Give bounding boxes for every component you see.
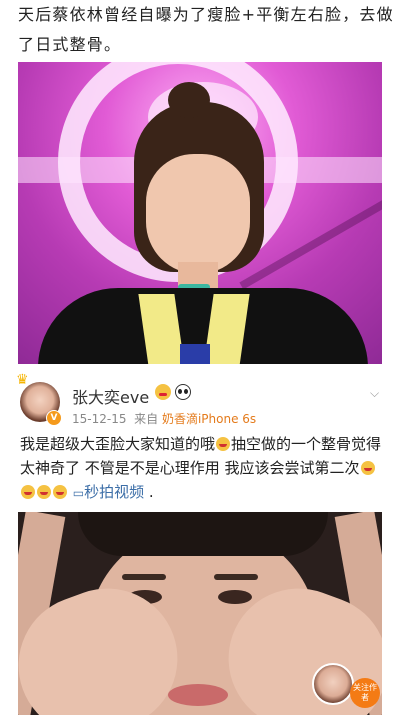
laugh-emoji-icon (21, 485, 35, 499)
post-text: 我是超级大歪脸大家知道的哦 抽空做的一个整骨觉得太神奇了 不管是不是心理作用 我应… (20, 432, 390, 505)
source-prefix: 来自 (134, 412, 159, 426)
laugh-emoji-icon (37, 485, 51, 499)
angry-emoji-icon (155, 384, 171, 400)
laugh-emoji-icon (360, 461, 375, 475)
video-link[interactable]: 秒拍视频 (84, 483, 144, 501)
article-intro-text: 天后蔡依林曾经自曝为了瘦脸+平衡左右脸，去做了日式整骨。 (18, 5, 394, 54)
laugh-emoji-icon (53, 485, 67, 499)
panda-emoji-icon (175, 384, 191, 400)
post-date: 15-12-15 (72, 412, 127, 426)
username[interactable]: 张大奕eve (72, 384, 149, 408)
video-icon[interactable]: ▭ (73, 486, 84, 500)
jolin-photo (18, 62, 382, 364)
follow-author-button[interactable]: 关注作者 (350, 678, 380, 708)
post-text-part1: 我是超级大歪脸大家知道的哦 (20, 435, 216, 453)
post-source[interactable]: 奶香滴iPhone 6s (162, 412, 256, 426)
laugh-emoji-icon (216, 437, 231, 451)
post-meta: 15-12-15 来自 奶香滴iPhone 6s (72, 410, 256, 427)
verified-badge-icon: V (46, 410, 62, 426)
chevron-down-icon[interactable]: ⌵ (370, 386, 379, 401)
post-trailing: . (144, 483, 154, 501)
author-avatar[interactable] (312, 663, 354, 705)
